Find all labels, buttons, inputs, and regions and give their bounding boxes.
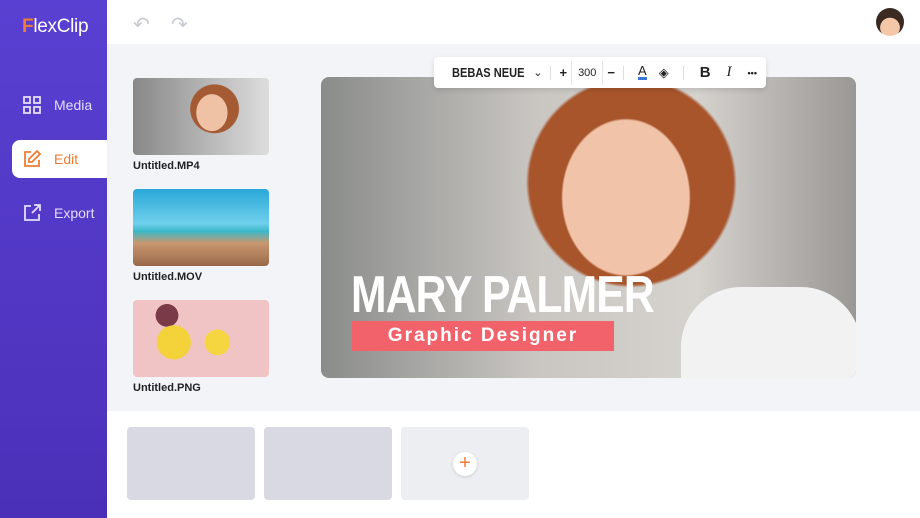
timeline-clip[interactable] [127, 427, 255, 500]
sidebar-item-media[interactable]: Media [12, 86, 107, 124]
italic-button[interactable]: I [727, 64, 732, 81]
preview-image-detail [681, 287, 856, 378]
timeline-clip[interactable] [264, 427, 392, 500]
add-clip-button[interactable]: + [401, 427, 529, 500]
fill-color-icon[interactable]: ◈ [659, 65, 669, 81]
divider [623, 65, 625, 80]
undo-icon[interactable]: ↶ [133, 12, 150, 37]
media-label: Untitled.MOV [133, 271, 203, 283]
subtitle-text[interactable]: Graphic Designer [352, 321, 614, 351]
bold-button[interactable]: B [700, 64, 711, 81]
media-thumbnail-mov[interactable] [133, 189, 269, 266]
text-color-icon[interactable]: A [638, 64, 647, 80]
sidebar-item-edit[interactable]: Edit [12, 140, 107, 178]
grid-icon [23, 96, 41, 114]
timeline: + [107, 411, 920, 518]
media-label: Untitled.MP4 [133, 160, 200, 172]
video-preview[interactable]: MARY PALMER Graphic Designer [321, 77, 856, 378]
chevron-down-icon[interactable]: ⌄ [533, 66, 542, 79]
sidebar: FlexClip Media Edit Export [0, 0, 107, 518]
edit-icon [24, 149, 42, 167]
text-toolbar: BEBAS NEUE ⌄ + 300 − A ◈ B I ••• [434, 57, 766, 88]
sidebar-item-label: Media [54, 97, 93, 113]
export-icon [24, 204, 41, 221]
avatar[interactable] [876, 8, 904, 36]
divider [682, 65, 684, 80]
sidebar-item-label: Export [54, 205, 95, 221]
flexclip-logo[interactable]: FlexClip [22, 16, 89, 38]
redo-icon[interactable]: ↷ [171, 12, 188, 37]
increase-size-button[interactable]: + [559, 65, 567, 80]
more-icon[interactable]: ••• [748, 68, 757, 78]
sidebar-item-label: Edit [54, 151, 79, 167]
font-select[interactable]: BEBAS NEUE [452, 65, 524, 80]
media-thumbnail-png[interactable] [133, 300, 269, 377]
decrease-size-button[interactable]: − [607, 65, 615, 80]
sidebar-item-export[interactable]: Export [12, 194, 107, 232]
media-thumbnail-mp4[interactable] [133, 78, 269, 155]
divider [550, 65, 552, 80]
title-text[interactable]: MARY PALMER [351, 265, 655, 325]
media-label: Untitled.PNG [133, 382, 201, 394]
font-size-input[interactable]: 300 [571, 60, 604, 85]
plus-icon: + [453, 451, 477, 476]
top-bar: ↶ ↷ [107, 0, 920, 44]
